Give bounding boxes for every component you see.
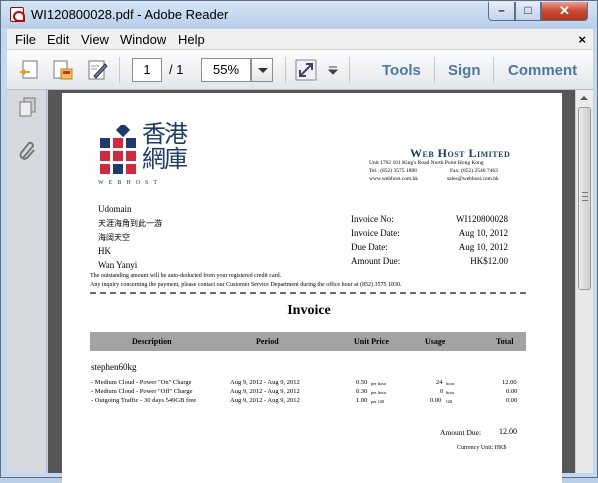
total-amount-due-value: 12.00	[499, 427, 517, 436]
line-total: 0.00	[506, 388, 518, 395]
pdf-page: 香港網庫 WEBHOST Web Host Limited Unit 1702 …	[62, 93, 562, 483]
line-price-unit: per hour	[371, 381, 387, 386]
menu-help[interactable]: Help	[178, 32, 205, 47]
line-description: - Medium Cloud - Power "On" Charge	[91, 379, 192, 386]
line-period: Aug 9, 2012 - Aug 9, 2012	[230, 379, 300, 386]
minimize-button[interactable]: –	[488, 2, 515, 21]
company-tel: Tel.: (852) 3575 1888	[369, 168, 417, 174]
export-icon[interactable]	[51, 58, 75, 82]
account-name: stephen60kg	[91, 362, 137, 372]
title-bar: WI120800028.pdf - Adobe Reader – □ ✕	[1, 1, 597, 28]
divider	[90, 292, 526, 294]
create-pdf-icon[interactable]	[17, 58, 41, 82]
scrollbar-thumb[interactable]	[578, 107, 591, 290]
currency-unit: Currency Unit: HK$	[457, 445, 507, 451]
logo-english-text: WEBHOST	[98, 180, 162, 186]
menu-edit[interactable]: Edit	[47, 32, 69, 47]
company-fax: Fax: (852) 2540 7463	[450, 168, 498, 174]
line-price: 0.50	[356, 379, 368, 386]
company-website: www.webhost.com.hk	[369, 176, 418, 182]
scroll-up-button[interactable]	[576, 90, 593, 107]
zoom-input[interactable]: 55%	[201, 58, 251, 82]
page-number-input[interactable]: 1	[132, 58, 162, 82]
minimize-icon: –	[498, 3, 505, 17]
inquiry-note: Any inquiry concerning the payment, plea…	[90, 282, 402, 288]
adobe-reader-icon	[10, 7, 25, 22]
invoice-no-value: WI120800028	[456, 214, 508, 224]
due-date-label: Due Date:	[351, 242, 388, 252]
maximize-button[interactable]: □	[515, 2, 541, 21]
line-usage-unit: hour	[446, 390, 455, 395]
customer-name: Udomain	[98, 204, 132, 214]
line-total: 12.00	[502, 379, 517, 386]
menu-arrow-icon[interactable]	[327, 58, 339, 82]
line-price-unit: per GB	[371, 399, 385, 404]
zoom-dropdown-button[interactable]	[251, 58, 273, 82]
line-usage-unit: GB	[446, 399, 453, 404]
amount-due-value: HK$12.00	[470, 256, 508, 266]
menu-bar: File Edit View Window Help ×	[7, 29, 593, 50]
line-description: - Outgoing Traffic - 30 days 549GB free	[91, 397, 197, 404]
customer-address-line1: 天涯海角到此一游	[98, 219, 162, 228]
items-table-header: Description Period Unit Price Usage Tota…	[90, 332, 526, 351]
toolbar: 1 / 1 55% Tools Sign Comment	[7, 50, 593, 90]
company-email: sales@webhost.com.hk	[447, 176, 499, 182]
due-date-value: Aug 10, 2012	[458, 242, 508, 252]
line-usage-unit: hour	[446, 381, 455, 386]
maximize-icon: □	[524, 3, 532, 17]
fit-page-icon[interactable]	[294, 58, 318, 82]
menu-window[interactable]: Window	[120, 32, 166, 47]
edit-icon[interactable]	[86, 58, 110, 82]
line-price: 1.00	[356, 397, 368, 404]
sign-pane-button[interactable]: Sign	[448, 62, 481, 79]
toolbar-separator	[349, 57, 350, 83]
toolbar-separator	[285, 57, 286, 83]
attachment-icon[interactable]	[17, 140, 39, 162]
menu-view[interactable]: View	[81, 32, 109, 47]
close-icon: ✕	[559, 3, 570, 18]
vertical-scrollbar[interactable]	[575, 90, 593, 473]
window-title: WI120800028.pdf - Adobe Reader	[31, 7, 229, 22]
line-price: 0.30	[356, 388, 368, 395]
pages-icon[interactable]	[17, 96, 39, 118]
document-view[interactable]: 香港網庫 WEBHOST Web Host Limited Unit 1702 …	[48, 90, 575, 483]
col-usage: Usage	[425, 337, 446, 346]
line-period: Aug 9, 2012 - Aug 9, 2012	[230, 397, 300, 404]
toolbar-separator	[119, 57, 120, 83]
page-total: / 1	[169, 62, 184, 77]
col-period: Period	[256, 337, 279, 346]
line-usage: 24	[436, 379, 443, 386]
toolbar-separator	[434, 57, 435, 83]
line-total: 0.00	[506, 397, 518, 404]
toolbar-separator	[493, 57, 494, 83]
invoice-heading: Invoice	[287, 303, 331, 318]
col-unit-price: Unit Price	[354, 337, 389, 346]
close-document-button[interactable]: ×	[578, 32, 586, 47]
logo-chinese-text: 香港網庫	[142, 120, 188, 173]
customer-address-line2: 海阔天空	[98, 233, 130, 242]
customer-contact: Wan Yanyi	[98, 260, 138, 270]
menu-file[interactable]: File	[15, 32, 36, 47]
adobe-reader-window: WI120800028.pdf - Adobe Reader – □ ✕ Fil…	[0, 0, 598, 483]
line-description: - Medium Cloud - Power "Off" Charge	[91, 388, 193, 395]
company-address: Unit 1702 101 King's Road North Point Ho…	[369, 160, 484, 166]
comment-pane-button[interactable]: Comment	[508, 62, 577, 79]
navigation-pane	[7, 90, 47, 473]
line-usage: 0	[440, 388, 444, 395]
customer-country: HK	[98, 246, 111, 256]
col-description: Description	[132, 337, 172, 346]
line-price-unit: per hour	[371, 390, 387, 395]
col-total: Total	[496, 337, 514, 346]
payment-note: The outstanding amount will be auto-dedu…	[90, 273, 282, 279]
company-name: Web Host Limited	[410, 146, 511, 160]
line-period: Aug 9, 2012 - Aug 9, 2012	[230, 388, 300, 395]
tools-pane-button[interactable]: Tools	[382, 62, 421, 79]
grip-icon	[582, 192, 588, 201]
invoice-date-value: Aug 10, 2012	[458, 228, 508, 238]
total-amount-due-label: Amount Due:	[440, 428, 482, 437]
close-button[interactable]: ✕	[541, 2, 588, 21]
line-usage: 0.00	[430, 397, 442, 404]
